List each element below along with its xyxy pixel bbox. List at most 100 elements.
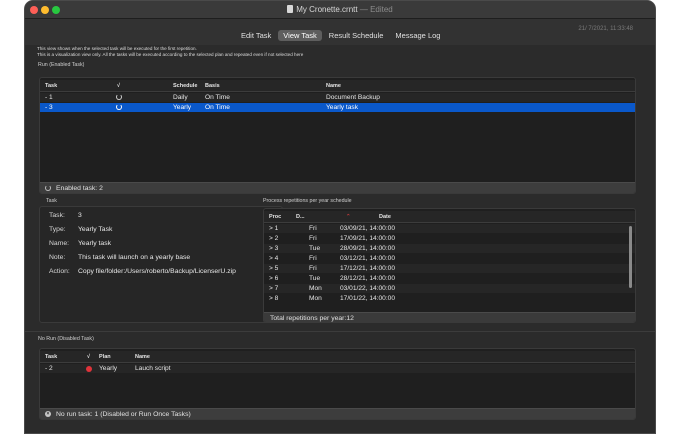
rep-date: 28/09/21, 14:00:00 (340, 245, 395, 252)
rep-proc: > 3 (269, 245, 279, 252)
disabled-count: No run task: 1 (Disabled or Run Once Tas… (56, 411, 191, 418)
row-plan: Yearly (99, 365, 118, 372)
current-timestamp: 21/ 7/2021, 11:33:48 (578, 26, 633, 32)
section-divider (25, 331, 655, 332)
detail-key-action: Action: (49, 268, 70, 275)
detail-value-note: This task will launch on a yearly base (78, 254, 191, 261)
row-name: Document Backup (326, 94, 380, 101)
sort-indicator-icon: ⌃ (346, 214, 351, 220)
rep-proc: > 2 (269, 235, 279, 242)
col-check-header[interactable]: √ (117, 83, 120, 89)
rep-proc: > 6 (269, 275, 279, 282)
rep-date: 17/01/22, 14:00:00 (340, 295, 395, 302)
table-row[interactable]: - 2 Yearly Lauch script (40, 364, 635, 373)
rep-day: Mon (309, 285, 322, 292)
rep-day: Tue (309, 245, 321, 252)
window-title: My Cronette.crntt — Edited (25, 5, 655, 14)
list-item[interactable]: > 4 Fri 03/12/21, 14:00:00 (264, 254, 635, 263)
rep-date: 28/12/21, 14:00:00 (340, 275, 395, 282)
enabled-status-bar: Enabled task: 2 (40, 182, 635, 193)
col-name-header[interactable]: Name (135, 354, 150, 360)
table-row[interactable]: - 1 Daily On Time Document Backup (40, 93, 635, 102)
col-task-header[interactable]: Task (45, 83, 57, 89)
rep-date: 17/12/21, 14:00:00 (340, 265, 395, 272)
detail-value-type: Yearly Task (78, 226, 113, 233)
row-basis: On Time (205, 94, 230, 101)
enabled-task-table: Task √ Schedule Basis Name - 1 Daily On … (39, 77, 636, 194)
col-check-header[interactable]: √ (87, 354, 90, 360)
cycle-icon (116, 104, 122, 110)
col-date-header[interactable]: Date (379, 214, 391, 220)
task-detail-panel: Task: 3 Type: Yearly Task Name: Yearly t… (39, 206, 283, 323)
list-item[interactable]: > 6 Tue 28/12/21, 14:00:00 (264, 274, 635, 283)
detail-value-task: 3 (78, 212, 82, 219)
tab-bar: Edit Task View Task Result Schedule Mess… (236, 30, 445, 41)
row-basis: On Time (205, 104, 230, 111)
disabled-status-bar: × No run task: 1 (Disabled or Run Once T… (40, 408, 635, 419)
col-proc-header[interactable]: Proc (269, 214, 281, 220)
rep-date: 03/09/21, 14:00:00 (340, 225, 395, 232)
total-repetitions: Total repetitions per year:12 (270, 315, 354, 322)
list-item[interactable]: > 1 Fri 03/09/21, 14:00:00 (264, 224, 635, 233)
rep-proc: > 7 (269, 285, 279, 292)
detail-key-name: Name: (49, 240, 70, 247)
rep-proc: > 4 (269, 255, 279, 262)
disabled-status-icon (86, 366, 92, 372)
repetitions-footer: Total repetitions per year:12 (264, 312, 635, 322)
tab-edit-task[interactable]: Edit Task (236, 30, 276, 41)
rep-proc: > 8 (269, 295, 279, 302)
rep-day: Fri (309, 225, 317, 232)
col-name-header[interactable]: Name (326, 83, 341, 89)
rep-day: Fri (309, 265, 317, 272)
repetitions-label: Process repetitions per year schedule (263, 198, 352, 204)
rep-proc: > 1 (269, 225, 279, 232)
detail-key-note: Note: (49, 254, 66, 261)
rep-date: 17/09/21, 14:00:00 (340, 235, 395, 242)
app-window: My Cronette.crntt — Edited Edit Task Vie… (24, 0, 656, 434)
row-schedule: Daily (173, 94, 188, 101)
repetitions-scrollbar[interactable] (629, 226, 632, 288)
row-name: Lauch script (135, 365, 171, 372)
detail-value-action: Copy file/folder:/Users/roberto/Backup/L… (78, 268, 236, 275)
cycle-icon (116, 94, 122, 100)
rep-day: Mon (309, 295, 322, 302)
row-task-id: - 2 (45, 365, 53, 372)
run-section-label: Run (Enabled Task) (38, 62, 85, 68)
task-detail-label: Task (46, 198, 57, 204)
info-text: This view shows when the selected task w… (37, 46, 303, 58)
list-item[interactable]: > 3 Tue 28/09/21, 14:00:00 (264, 244, 635, 253)
row-schedule: Yearly (173, 104, 192, 111)
col-day-header[interactable]: D... (296, 214, 305, 220)
row-name: Yearly task (326, 104, 359, 111)
repetitions-table: Proc D... ⌃ Date > 1 Fri 03/09/21, 14:00:0… (263, 208, 636, 323)
rep-date: 03/01/22, 14:00:00 (340, 285, 395, 292)
col-schedule-header[interactable]: Schedule (173, 83, 197, 89)
list-item[interactable]: > 8 Mon 17/01/22, 14:00:00 (264, 294, 635, 303)
list-item[interactable]: > 7 Mon 03/01/22, 14:00:00 (264, 284, 635, 293)
tab-result-schedule[interactable]: Result Schedule (324, 30, 389, 41)
tab-view-task[interactable]: View Task (278, 30, 322, 41)
disabled-table-header: Task √ Plan Name (40, 351, 635, 363)
table-row-selected[interactable]: - 3 Yearly On Time Yearly task (40, 103, 635, 112)
detail-key-task: Task: (49, 212, 65, 219)
norun-section-label: No Run (Disabled Task) (38, 336, 94, 342)
rep-proc: > 5 (269, 265, 279, 272)
row-task-id: - 3 (45, 104, 53, 111)
toolbar: Edit Task View Task Result Schedule Mess… (25, 19, 655, 45)
x-circle-icon: × (45, 411, 51, 417)
document-icon (287, 5, 294, 13)
row-task-id: - 1 (45, 94, 53, 101)
edited-label: — Edited (359, 5, 393, 14)
col-task-header[interactable]: Task (45, 354, 57, 360)
rep-date: 03/12/21, 14:00:00 (340, 255, 395, 262)
tab-message-log[interactable]: Message Log (390, 30, 445, 41)
col-basis-header[interactable]: Basis (205, 83, 220, 89)
list-item[interactable]: > 2 Fri 17/09/21, 14:00:00 (264, 234, 635, 243)
title-bar: My Cronette.crntt — Edited (25, 1, 655, 19)
list-item[interactable]: > 5 Fri 17/12/21, 14:00:00 (264, 264, 635, 273)
info-line-2: This is a visualization view only. All t… (37, 52, 304, 57)
col-plan-header[interactable]: Plan (99, 354, 111, 360)
refresh-icon (45, 185, 51, 191)
detail-value-name: Yearly task (78, 240, 111, 247)
detail-key-type: Type: (49, 226, 66, 233)
